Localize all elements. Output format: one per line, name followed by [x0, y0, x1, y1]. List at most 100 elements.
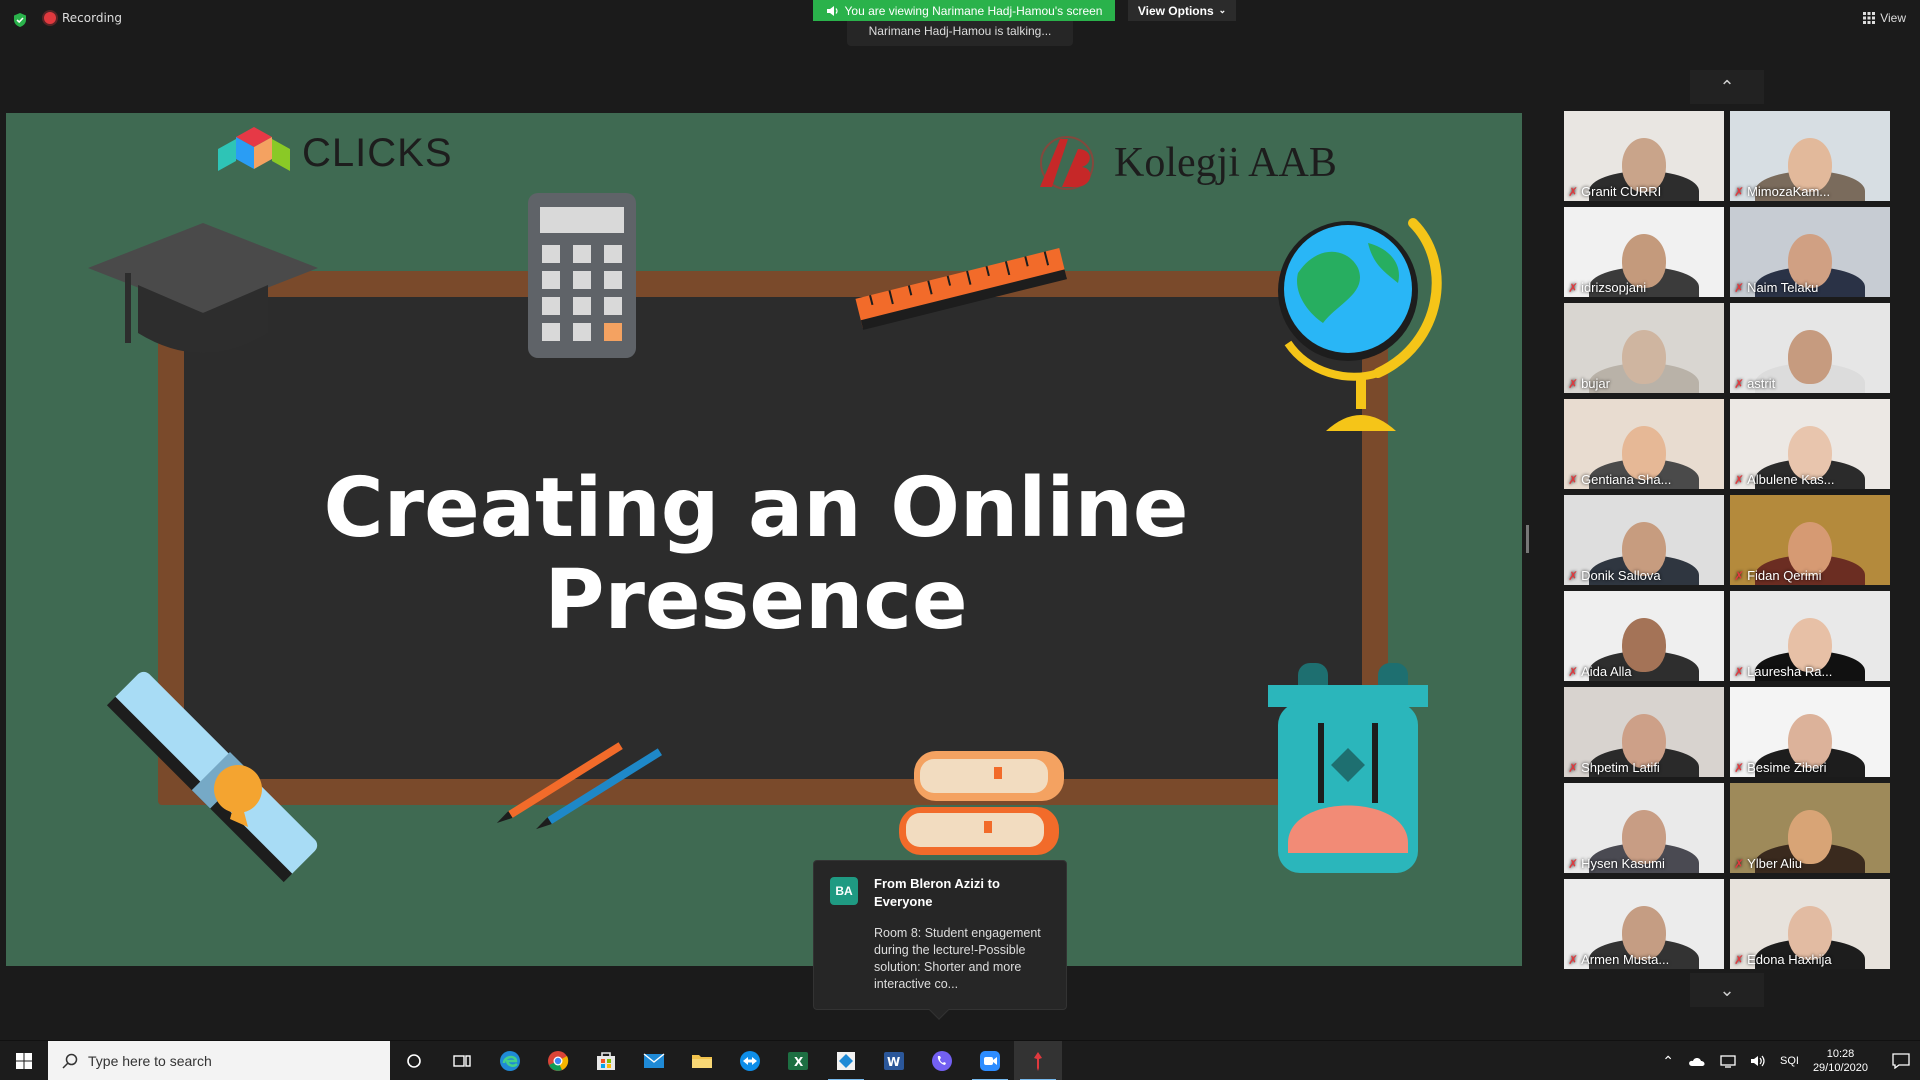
volume-icon[interactable]	[1750, 1054, 1766, 1068]
start-button[interactable]	[0, 1041, 48, 1080]
network-icon[interactable]	[1720, 1054, 1736, 1068]
participant-tile[interactable]: ✗ astrit	[1730, 303, 1890, 393]
participant-name-label: ✗ Naim Telaku	[1734, 280, 1818, 295]
participant-name-label: ✗ astrit	[1734, 376, 1775, 391]
participant-tile[interactable]: ✗ Donik Sallova	[1564, 495, 1724, 585]
view-button[interactable]: View	[1863, 11, 1906, 25]
taskbar-chrome[interactable]	[534, 1041, 582, 1080]
participant-name: astrit	[1747, 376, 1776, 391]
participant-name: Naim Telaku	[1747, 280, 1819, 295]
app-diamond-icon	[837, 1051, 855, 1070]
kolegji-aab-logo: Kolegji AAB	[1032, 131, 1337, 195]
taskbar-pin-app[interactable]	[1014, 1040, 1062, 1080]
participant-tile[interactable]: ✗ MimozaKam...	[1730, 111, 1890, 201]
onedrive-icon[interactable]	[1688, 1055, 1706, 1067]
participant-tile[interactable]: ✗ Albulene Kas...	[1730, 399, 1890, 489]
zoom-icon	[980, 1050, 1000, 1071]
taskbar-mail[interactable]	[630, 1041, 678, 1080]
participant-tile[interactable]: ✗ Fidan Qerimi	[1730, 495, 1890, 585]
participant-tile[interactable]: ✗ bujar	[1564, 303, 1724, 393]
notifications-icon[interactable]	[1892, 1053, 1910, 1069]
ruler-icon	[855, 248, 1067, 330]
taskbar-store[interactable]	[582, 1041, 630, 1080]
muted-mic-icon: ✗	[1734, 856, 1745, 871]
taskbar-teamviewer[interactable]	[726, 1041, 774, 1080]
participant-tile[interactable]: ✗ Shpetim Latifi	[1564, 687, 1724, 777]
taskbar-clock[interactable]: 10:28 29/10/2020	[1813, 1047, 1868, 1075]
taskbar-file-explorer[interactable]	[678, 1041, 726, 1080]
recording-indicator[interactable]: Recording	[44, 11, 122, 25]
muted-mic-icon: ✗	[1734, 664, 1745, 679]
participant-tile[interactable]: ✗ Ylber Aliu	[1730, 783, 1890, 873]
slide-title: Creating an Online Presence	[306, 463, 1206, 647]
viewing-screen-banner: You are viewing Narimane Hadj-Hamou's sc…	[813, 0, 1115, 21]
view-label: View	[1880, 11, 1906, 25]
chat-notification[interactable]: BA From Bleron Azizi to Everyone Room 8:…	[813, 860, 1067, 1020]
gallery-scroll-down-button[interactable]: ⌄	[1690, 973, 1764, 1007]
participant-tile[interactable]: ✗ idrizsopjani	[1564, 207, 1724, 297]
chat-sender-avatar: BA	[830, 877, 858, 905]
participant-tile[interactable]: ✗ Besime Ziberi	[1730, 687, 1890, 777]
cortana-button[interactable]	[390, 1041, 438, 1080]
top-bar: Recording Narimane Hadj-Hamou is talking…	[0, 0, 1920, 46]
participant-tile[interactable]: ✗ Edona Haxhija	[1730, 879, 1890, 969]
recording-label: Recording	[62, 11, 123, 25]
clock-time: 10:28	[1826, 1048, 1855, 1060]
participant-name-label: ✗ Shpetim Latifi	[1568, 760, 1660, 775]
participant-tile[interactable]: ✗ Gentiana Sha...	[1564, 399, 1724, 489]
gallery-scroll-up-button[interactable]: ⌃	[1690, 70, 1764, 104]
participant-video-face	[1622, 330, 1666, 384]
muted-mic-icon: ✗	[1568, 568, 1579, 583]
excel-icon: X	[788, 1051, 808, 1070]
svg-text:W: W	[887, 1055, 900, 1069]
chevron-up-icon: ⌃	[1719, 76, 1735, 98]
muted-mic-icon: ✗	[1734, 568, 1745, 583]
participant-name-label: ✗ Hysen Kasumi	[1568, 856, 1665, 871]
participant-name: Edona Haxhija	[1747, 952, 1832, 967]
participant-tile[interactable]: ✗ Naim Telaku	[1730, 207, 1890, 297]
taskbar-app-blue[interactable]	[822, 1041, 870, 1080]
task-view-icon	[453, 1054, 471, 1067]
shield-icon[interactable]	[12, 12, 28, 28]
muted-mic-icon: ✗	[1734, 376, 1745, 391]
taskbar-zoom[interactable]	[966, 1041, 1014, 1080]
grid-icon	[1863, 12, 1876, 24]
taskbar-word[interactable]: W	[870, 1041, 918, 1080]
show-hidden-icons-chevron-up-icon[interactable]: ⌃	[1662, 1053, 1674, 1070]
viber-icon	[932, 1050, 952, 1071]
backpack-icon	[1268, 663, 1428, 873]
windows-taskbar: Type here to search X W ⌃ SQI 10:28 29/1…	[0, 1040, 1920, 1080]
view-options-button[interactable]: View Options ⌄	[1128, 0, 1236, 21]
edge-icon	[500, 1050, 520, 1071]
talking-label: Narimane Hadj-Hamou is talking...	[868, 24, 1052, 38]
word-icon: W	[884, 1051, 904, 1070]
chat-pointer	[929, 1000, 949, 1020]
muted-mic-icon: ✗	[1734, 472, 1745, 487]
participant-tile[interactable]: ✗ Lauresha Ra...	[1730, 591, 1890, 681]
participant-tile[interactable]: ✗ Armen Musta...	[1564, 879, 1724, 969]
participant-name: Besime Ziberi	[1747, 760, 1827, 775]
clicks-cube-icon	[218, 127, 290, 171]
taskbar-excel[interactable]: X	[774, 1041, 822, 1080]
chrome-icon	[548, 1050, 569, 1071]
participant-tile[interactable]: ✗ Aida Alla	[1564, 591, 1724, 681]
kolegji-aab-text: Kolegji AAB	[1114, 140, 1337, 186]
taskbar-search-box[interactable]: Type here to search	[48, 1040, 390, 1080]
participant-name-label: ✗ Fidan Qerimi	[1734, 568, 1821, 583]
record-icon	[44, 12, 56, 24]
participant-tile[interactable]: ✗ Hysen Kasumi	[1564, 783, 1724, 873]
cortana-icon	[407, 1053, 421, 1068]
clicks-logo: CLICKS	[214, 123, 453, 183]
viewing-label: You are viewing Narimane Hadj-Hamou's sc…	[844, 3, 1103, 18]
participant-name: MimozaKam...	[1747, 184, 1831, 199]
taskbar-viber[interactable]	[918, 1041, 966, 1080]
participant-name: idrizsopjani	[1581, 280, 1647, 295]
aab-emblem-icon	[1040, 136, 1094, 190]
view-options-label: View Options	[1137, 3, 1214, 18]
slide-title-line1: Creating an Online	[323, 461, 1189, 556]
input-language[interactable]: SQI	[1780, 1055, 1799, 1067]
taskbar-edge[interactable]	[486, 1041, 534, 1080]
participant-tile[interactable]: ✗ Granit CURRI	[1564, 111, 1724, 201]
task-view-button[interactable]	[438, 1041, 486, 1080]
panel-splitter[interactable]	[1526, 525, 1529, 553]
